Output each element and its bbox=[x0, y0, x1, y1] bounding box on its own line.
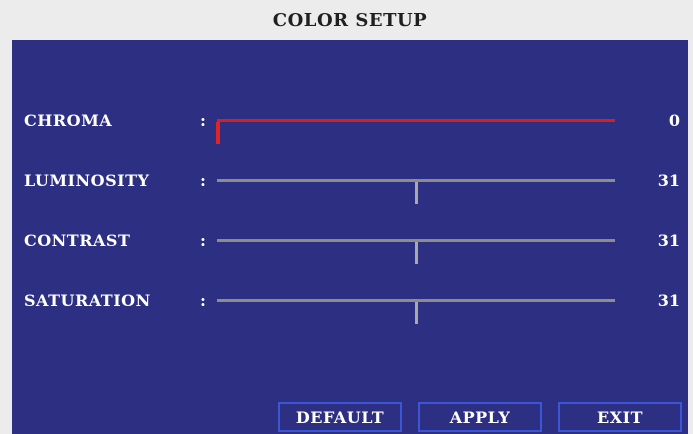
color-setup-screen: COLOR SETUP CHROMA : 0 LUMINOSITY : 31 C… bbox=[0, 0, 693, 434]
setting-row-saturation: SATURATION : 31 bbox=[12, 286, 688, 324]
default-button[interactable]: DEFAULT bbox=[278, 402, 402, 432]
title-bar: COLOR SETUP bbox=[12, 0, 688, 40]
setting-separator: : bbox=[200, 171, 206, 190]
contrast-slider[interactable] bbox=[217, 239, 615, 264]
setting-separator: : bbox=[200, 291, 206, 310]
setting-row-luminosity: LUMINOSITY : 31 bbox=[12, 166, 688, 204]
contrast-value: 31 bbox=[657, 231, 680, 250]
setting-label-saturation: SATURATION bbox=[24, 291, 151, 310]
saturation-value: 31 bbox=[657, 291, 680, 310]
chroma-slider-thumb[interactable] bbox=[216, 122, 220, 144]
setting-label-luminosity: LUMINOSITY bbox=[24, 171, 150, 190]
setting-separator: : bbox=[200, 111, 206, 130]
setting-row-contrast: CONTRAST : 31 bbox=[12, 226, 688, 264]
setting-label-chroma: CHROMA bbox=[24, 111, 113, 130]
apply-button[interactable]: APPLY bbox=[418, 402, 542, 432]
settings-panel: CHROMA : 0 LUMINOSITY : 31 CONTRAST : 31… bbox=[12, 40, 688, 434]
chroma-value: 0 bbox=[668, 111, 680, 130]
chroma-slider[interactable] bbox=[216, 119, 615, 144]
luminosity-slider[interactable] bbox=[217, 179, 615, 204]
saturation-slider-thumb[interactable] bbox=[415, 302, 418, 324]
page-title: COLOR SETUP bbox=[272, 9, 428, 31]
setting-label-contrast: CONTRAST bbox=[24, 231, 131, 250]
exit-button[interactable]: EXIT bbox=[558, 402, 682, 432]
luminosity-slider-thumb[interactable] bbox=[415, 182, 418, 204]
contrast-slider-thumb[interactable] bbox=[415, 242, 418, 264]
luminosity-value: 31 bbox=[657, 171, 680, 190]
setting-row-chroma: CHROMA : 0 bbox=[12, 106, 688, 144]
setting-separator: : bbox=[200, 231, 206, 250]
saturation-slider[interactable] bbox=[217, 299, 615, 324]
